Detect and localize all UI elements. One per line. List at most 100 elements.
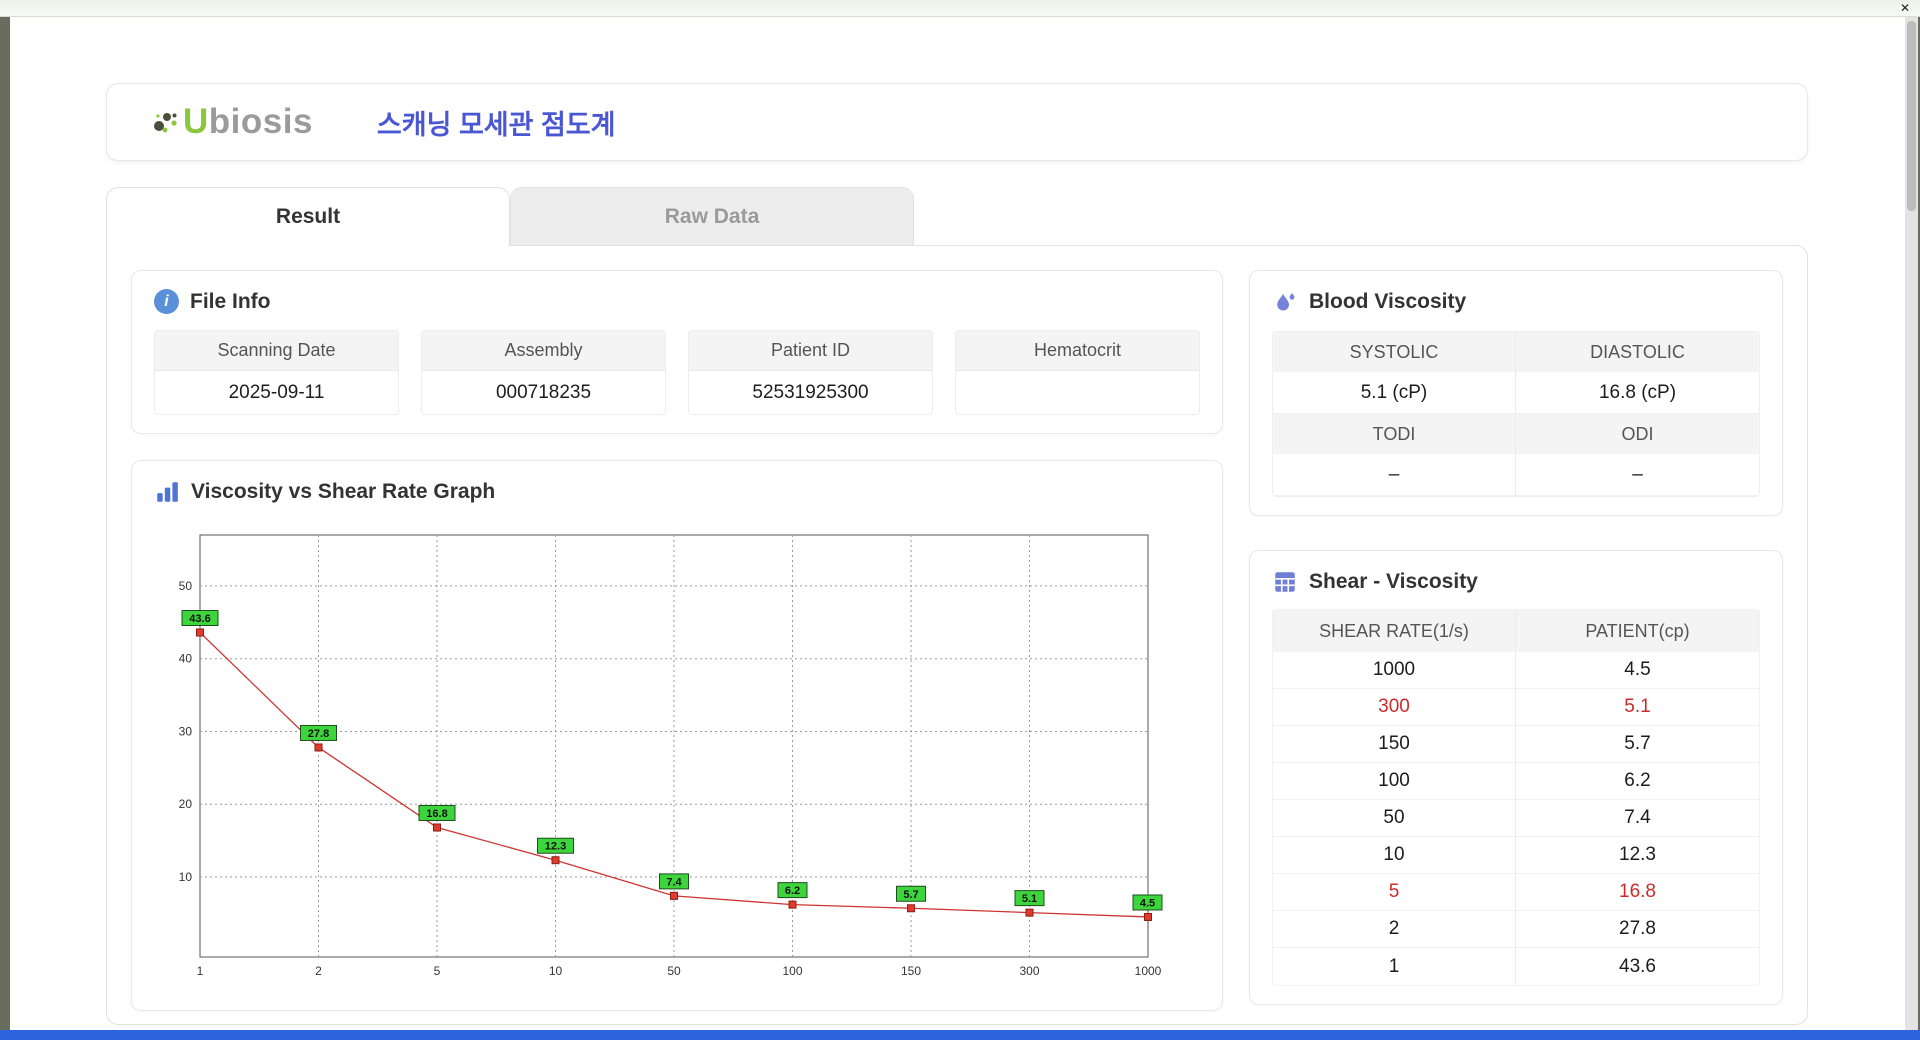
graph-title: Viscosity vs Shear Rate Graph (191, 480, 495, 504)
header-card: Ubiosis 스캐닝 모세관 점도계 (106, 83, 1808, 161)
column-header: PATIENT(cp) (1516, 610, 1759, 652)
svg-text:5.1: 5.1 (1022, 893, 1037, 905)
blood-viscosity-grid: SYSTOLICDIASTOLIC5.1 (cP)16.8 (cP)TODIOD… (1272, 331, 1760, 497)
svg-text:300: 300 (1019, 964, 1039, 978)
patient-cell: 43.6 (1516, 948, 1759, 985)
file-info-patient-id: Patient ID 52531925300 (688, 330, 933, 415)
field-value: 52531925300 (689, 371, 932, 414)
svg-text:5: 5 (434, 964, 441, 978)
patient-cell: 6.2 (1516, 763, 1759, 800)
table-icon (1272, 569, 1298, 595)
file-info-header: i File Info (154, 289, 1200, 314)
table-row: 100 6.2 (1273, 763, 1759, 800)
svg-text:5.7: 5.7 (903, 889, 918, 901)
svg-text:16.8: 16.8 (426, 808, 447, 820)
scrollbar-thumb[interactable] (1907, 21, 1916, 211)
svg-text:20: 20 (179, 797, 193, 811)
shear-rate-cell: 50 (1273, 800, 1516, 837)
graph-card: Viscosity vs Shear Rate Graph 10 20 30 40 50… (131, 460, 1223, 1011)
blood-viscosity-header: Blood Viscosity (1272, 289, 1760, 315)
bv-label-systolic: SYSTOLIC (1273, 332, 1516, 372)
scrollbar[interactable] (1905, 17, 1918, 1030)
table-row: 2 27.8 (1273, 911, 1759, 948)
left-column: i File Info Scanning Date 2025-09-11 Ass… (131, 270, 1223, 1000)
field-label: Patient ID (689, 331, 932, 371)
table-row: 5 16.8 (1273, 874, 1759, 911)
file-info-fields: Scanning Date 2025-09-11 Assembly 000718… (154, 330, 1200, 415)
svg-text:40: 40 (179, 652, 193, 666)
blood-viscosity-title: Blood Viscosity (1309, 290, 1466, 314)
svg-text:7.4: 7.4 (666, 876, 682, 888)
shear-viscosity-header: Shear - Viscosity (1272, 569, 1760, 595)
tab-raw-data[interactable]: Raw Data (510, 187, 914, 246)
shear-rate-cell: 1000 (1273, 652, 1516, 689)
svg-text:2: 2 (315, 964, 322, 978)
svg-text:50: 50 (179, 579, 193, 593)
field-label: Scanning Date (155, 331, 398, 371)
svg-text:27.8: 27.8 (308, 728, 329, 740)
bv-value-diastolic: 16.8 (cP) (1516, 372, 1759, 414)
logo-text: Ubiosis (183, 102, 313, 142)
shear-rate-cell: 300 (1273, 689, 1516, 726)
file-info-card: i File Info Scanning Date 2025-09-11 Ass… (131, 270, 1223, 434)
patient-cell: 7.4 (1516, 800, 1759, 837)
table-row: 1 43.6 (1273, 948, 1759, 985)
column-header: SHEAR RATE(1/s) (1273, 610, 1516, 652)
field-label: Hematocrit (956, 331, 1199, 371)
tab-bar: Result Raw Data (106, 187, 1918, 246)
svg-text:50: 50 (667, 964, 681, 978)
table-row: 1000 4.5 (1273, 652, 1759, 689)
table-row: 10 12.3 (1273, 837, 1759, 874)
shear-viscosity-table: SHEAR RATE(1/s)PATIENT(cp) 1000 4.5 300 … (1272, 609, 1760, 986)
svg-text:6.2: 6.2 (785, 885, 800, 897)
bv-label-odi: ODI (1516, 414, 1759, 454)
taskbar-strip (0, 1030, 1920, 1040)
chart-svg: 10203040501251050100150300100043.627.816… (154, 517, 1164, 987)
shear-rate-cell: 1 (1273, 948, 1516, 985)
svg-text:4.5: 4.5 (1140, 897, 1155, 909)
table-row: 150 5.7 (1273, 726, 1759, 763)
droplet-icon (1272, 289, 1298, 315)
bv-value-odi: – (1516, 454, 1759, 496)
tab-result[interactable]: Result (106, 187, 510, 246)
svg-text:10: 10 (179, 870, 193, 884)
right-column: Blood Viscosity SYSTOLICDIASTOLIC5.1 (cP… (1249, 270, 1783, 1000)
info-icon: i (154, 289, 179, 314)
bv-value-todi: – (1273, 454, 1516, 496)
patient-cell: 12.3 (1516, 837, 1759, 874)
shear-rate-cell: 150 (1273, 726, 1516, 763)
shear-rate-cell: 5 (1273, 874, 1516, 911)
app-window: Ubiosis 스캐닝 모세관 점도계 Result Raw Data i Fi… (10, 17, 1918, 1030)
viscosity-chart: 10203040501251050100150300100043.627.816… (154, 517, 1200, 992)
bar-chart-icon (154, 479, 180, 505)
logo-mark-icon (153, 109, 179, 135)
table-header-row: SHEAR RATE(1/s)PATIENT(cp) (1273, 610, 1759, 652)
bv-label-todi: TODI (1273, 414, 1516, 454)
svg-text:43.6: 43.6 (189, 613, 210, 625)
svg-text:1000: 1000 (1135, 964, 1162, 978)
field-label: Assembly (422, 331, 665, 371)
file-info-assembly: Assembly 000718235 (421, 330, 666, 415)
patient-cell: 16.8 (1516, 874, 1759, 911)
field-value (956, 371, 1199, 414)
field-value: 2025-09-11 (155, 371, 398, 414)
graph-header: Viscosity vs Shear Rate Graph (154, 479, 1200, 505)
shear-viscosity-card: Shear - Viscosity SHEAR RATE(1/s)PATIENT… (1249, 550, 1783, 1005)
blood-viscosity-card: Blood Viscosity SYSTOLICDIASTOLIC5.1 (cP… (1249, 270, 1783, 516)
page-title: 스캐닝 모세관 점도계 (377, 103, 616, 142)
bv-value-systolic: 5.1 (cP) (1273, 372, 1516, 414)
shear-rate-cell: 10 (1273, 837, 1516, 874)
file-info-scanning-date: Scanning Date 2025-09-11 (154, 330, 399, 415)
close-icon[interactable]: ✕ (1900, 1, 1910, 16)
file-info-title: File Info (190, 290, 271, 314)
patient-cell: 27.8 (1516, 911, 1759, 948)
svg-text:30: 30 (179, 724, 193, 738)
shear-rate-cell: 100 (1273, 763, 1516, 800)
file-info-hematocrit: Hematocrit (955, 330, 1200, 415)
result-panel: i File Info Scanning Date 2025-09-11 Ass… (106, 245, 1808, 1025)
svg-text:12.3: 12.3 (545, 841, 566, 853)
table-row: 300 5.1 (1273, 689, 1759, 726)
svg-text:1: 1 (197, 964, 204, 978)
svg-text:150: 150 (901, 964, 921, 978)
patient-cell: 5.1 (1516, 689, 1759, 726)
